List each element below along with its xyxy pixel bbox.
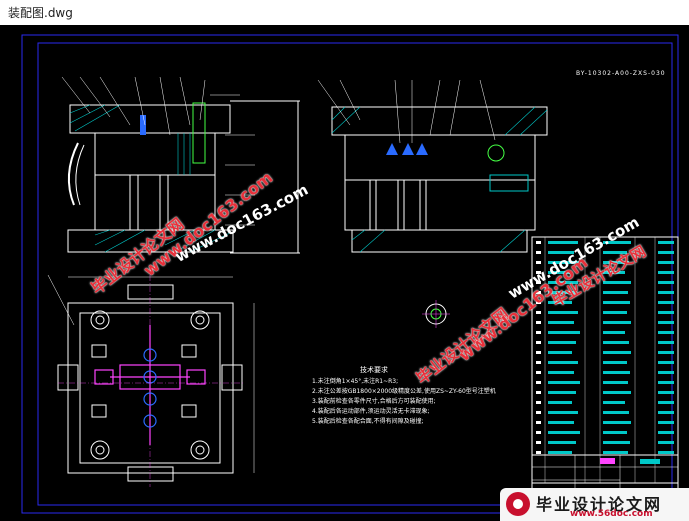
detail-view bbox=[422, 300, 450, 328]
technical-note: 2.未注公差按GB1800×2000级精度公差,使用ZS~ZY-60型号注塑机 bbox=[312, 388, 496, 395]
window-title: 装配图.dwg bbox=[8, 6, 73, 20]
site-logo-icon bbox=[506, 492, 530, 516]
plan-view bbox=[47, 274, 255, 487]
side-section-view bbox=[317, 79, 548, 253]
watermark-banner: 毕业设计论文网 www.56doc.com bbox=[500, 488, 689, 521]
window-titlebar: 装配图.dwg bbox=[0, 0, 689, 24]
technical-note: 5.装配后检查各配合面,不得有间隙及碰撞; bbox=[312, 418, 424, 425]
technical-note: 1.未注倒角1×45°,未注R1~R3; bbox=[312, 378, 399, 385]
drawing-number: BY-10302-A00-ZXS-030 bbox=[576, 70, 666, 77]
technical-note: 4.装配后各运动部件,须运动灵活无卡滞现象; bbox=[312, 408, 430, 415]
technical-notes-title: 技术要求 bbox=[360, 366, 388, 374]
cad-drawing-canvas[interactable]: BY-10302-A00-ZXS-030 技术要求 1.未注倒角1×45°,未注… bbox=[0, 25, 689, 521]
technical-note: 3.装配前检查各零件尺寸,合格后方可装配使用; bbox=[312, 398, 436, 405]
banner-site-url: www.56doc.com bbox=[570, 509, 653, 519]
